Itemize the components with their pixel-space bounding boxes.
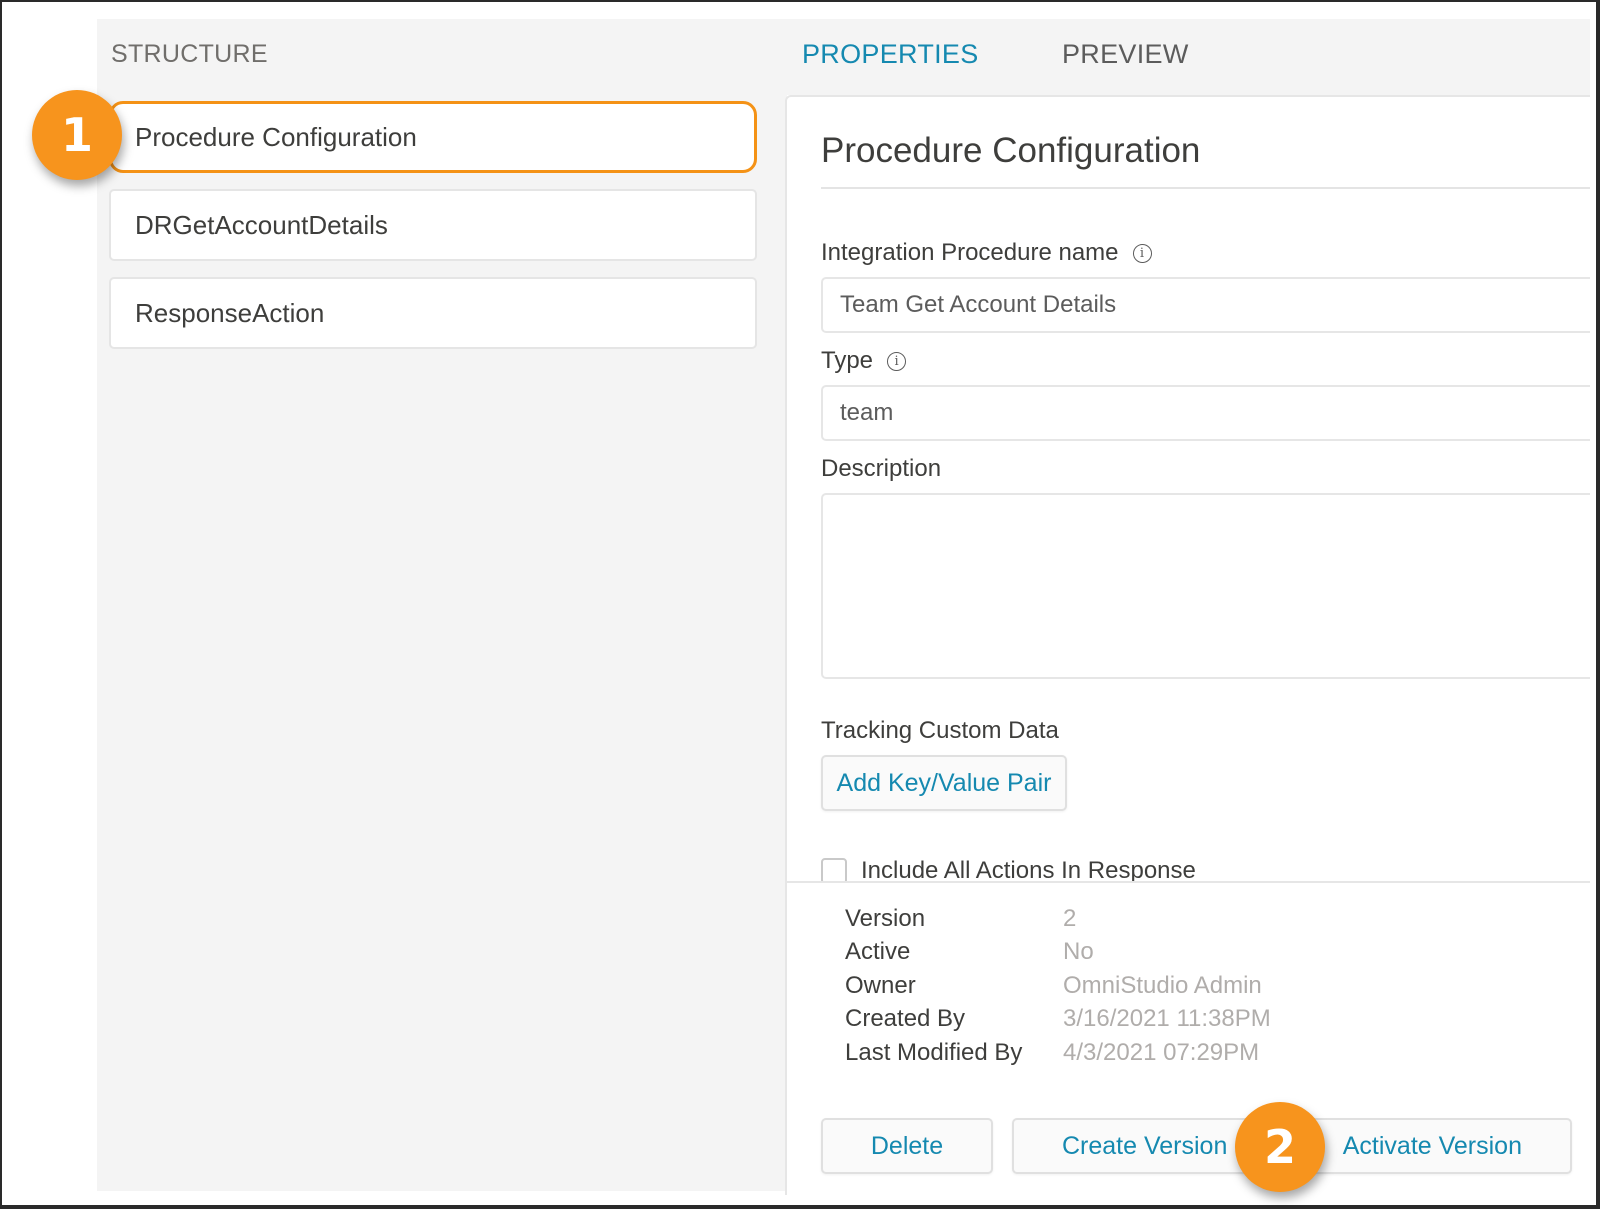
description-label: Description [821, 455, 941, 483]
integration-procedure-name-input[interactable]: Team Get Account Details [821, 277, 1590, 333]
type-input[interactable]: team [821, 385, 1590, 441]
tab-properties[interactable]: PROPERTIES [802, 39, 979, 70]
label-text: Integration Procedure name [821, 239, 1119, 266]
properties-title: Procedure Configuration [821, 131, 1201, 170]
structure-item-drgetaccountdetails[interactable]: DRGetAccountDetails [109, 189, 757, 261]
structure-item-label: Procedure Configuration [135, 121, 417, 152]
include-all-actions-row: Include All Actions In Response [821, 857, 1196, 883]
description-textarea[interactable] [821, 493, 1590, 679]
input-value: team [840, 399, 894, 426]
meta-value: 2 [1063, 904, 1077, 932]
meta-key: Owner [845, 971, 916, 999]
meta-row-owner: Owner OmniStudio Admin [845, 969, 1271, 1003]
meta-value: 3/16/2021 11:38PM [1063, 1005, 1271, 1033]
create-version-button[interactable]: Create Version [1012, 1118, 1272, 1174]
structure-heading: STRUCTURE [111, 40, 268, 68]
structure-item-label: DRGetAccountDetails [135, 209, 388, 240]
properties-panel: Procedure Configuration Integration Proc… [785, 95, 1590, 1195]
meta-row-version: Version 2 [845, 902, 1271, 936]
checkbox-label: Include All Actions In Response [861, 857, 1196, 883]
integration-procedure-name-label: Integration Procedure name i [821, 239, 1152, 267]
version-info: Version 2 Active No Owner OmniStudio Adm… [845, 902, 1271, 1070]
meta-value: 4/3/2021 07:29PM [1063, 1038, 1260, 1066]
structure-item-procedure-configuration[interactable]: Procedure Configuration [109, 101, 757, 173]
meta-value: OmniStudio Admin [1063, 971, 1262, 999]
add-key-value-pair-button[interactable]: Add Key/Value Pair [821, 755, 1067, 811]
title-divider [821, 187, 1590, 189]
label-text: Description [821, 455, 942, 482]
meta-key: Last Modified By [845, 1038, 1023, 1066]
tab-preview[interactable]: PREVIEW [1062, 39, 1189, 70]
include-all-actions-checkbox[interactable] [821, 858, 847, 881]
screenshot-frame: STRUCTURE Procedure Configuration DRGetA… [2, 2, 1596, 1205]
structure-item-responseaction[interactable]: ResponseAction [109, 277, 757, 349]
delete-button[interactable]: Delete [821, 1118, 993, 1174]
meta-value: No [1063, 938, 1094, 966]
info-icon[interactable]: i [1132, 243, 1152, 263]
label-text: Tracking Custom Data [821, 717, 1059, 744]
label-text: Type [821, 347, 874, 374]
tracking-custom-data-label: Tracking Custom Data [821, 717, 1059, 745]
step-badge-2: 2 [1235, 1102, 1325, 1192]
meta-key: Active [845, 938, 911, 966]
structure-item-label: ResponseAction [135, 297, 325, 328]
meta-key: Version [845, 904, 926, 932]
step-badge-1: 1 [32, 90, 122, 180]
meta-row-created-by: Created By 3/16/2021 11:38PM [845, 1003, 1271, 1037]
meta-row-last-modified: Last Modified By 4/3/2021 07:29PM [845, 1036, 1271, 1070]
info-icon[interactable]: i [887, 351, 907, 371]
meta-key: Created By [845, 1005, 966, 1033]
structure-panel: STRUCTURE Procedure Configuration DRGetA… [97, 19, 787, 1191]
type-label: Type i [821, 347, 907, 375]
tab-bar: PROPERTIES PREVIEW [787, 19, 1590, 95]
input-value: Team Get Account Details [840, 291, 1117, 318]
properties-scroll-area[interactable]: Procedure Configuration Integration Proc… [787, 97, 1590, 883]
meta-row-active: Active No [845, 936, 1271, 970]
